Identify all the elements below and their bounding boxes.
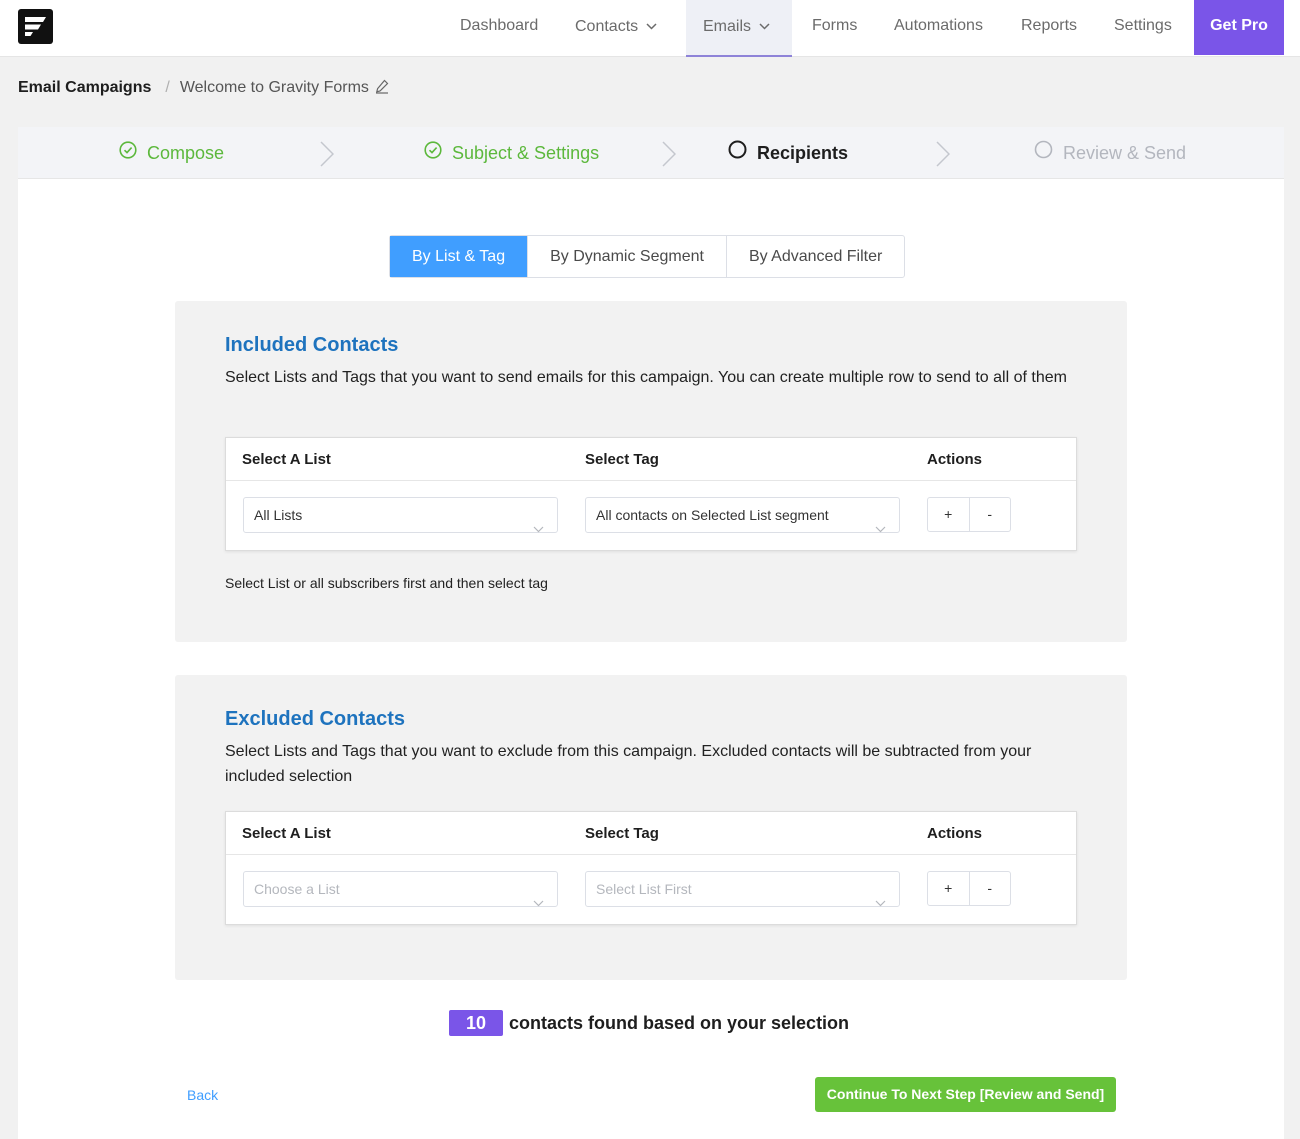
- contact-count-summary: 10 contacts found based on your selectio…: [449, 1010, 849, 1036]
- chevron-down-icon: [875, 885, 886, 919]
- circle-icon: [728, 127, 747, 179]
- chevron-down-icon: [646, 0, 657, 52]
- nav-dashboard[interactable]: Dashboard: [460, 0, 538, 57]
- nav-forms[interactable]: Forms: [812, 0, 857, 57]
- tab-by-advanced-filter[interactable]: By Advanced Filter: [727, 236, 904, 277]
- contact-count-badge: 10: [449, 1010, 503, 1036]
- chevron-down-icon: [875, 511, 886, 545]
- campaign-title: Welcome to Gravity Forms: [179, 79, 369, 96]
- chevron-down-icon: [533, 511, 544, 545]
- step-review-send-label: Review & Send: [1063, 143, 1187, 163]
- nav-automations-label: Automations: [894, 17, 983, 34]
- excluded-contacts-title: Excluded Contacts: [225, 708, 406, 730]
- included-row-actions: + -: [927, 497, 1011, 532]
- campaign-stepper: Compose Subject & Settings Recipients Re…: [18, 127, 1284, 179]
- tab-by-list-tag[interactable]: By List & Tag: [390, 236, 529, 277]
- remove-row-button[interactable]: -: [970, 498, 1011, 531]
- nav-automations[interactable]: Automations: [894, 0, 983, 57]
- chevron-down-icon: [759, 0, 770, 52]
- excluded-selection-box: Select A List Select Tag Actions Choose …: [225, 811, 1077, 925]
- tab-by-dynamic-segment[interactable]: By Dynamic Segment: [528, 236, 727, 277]
- select-tag-header: Select Tag: [585, 451, 659, 468]
- breadcrumb: Email Campaigns / Welcome to Gravity Forms: [18, 78, 389, 100]
- top-navigation: Dashboard Contacts Emails Forms Automati…: [0, 0, 1300, 57]
- included-tag-value: All contacts on Selected List segment: [596, 507, 829, 523]
- nav-emails[interactable]: Emails: [686, 0, 792, 57]
- excluded-contacts-section: Excluded Contacts Select Lists and Tags …: [175, 675, 1127, 980]
- step-compose-label: Compose: [147, 143, 225, 163]
- step-subject-settings[interactable]: Subject & Settings: [424, 127, 599, 179]
- nav-dashboard-label: Dashboard: [460, 17, 539, 34]
- included-list-value: All Lists: [254, 507, 303, 523]
- excluded-list-select[interactable]: Choose a List: [243, 871, 558, 907]
- nav-settings[interactable]: Settings: [1114, 0, 1172, 57]
- actions-header: Actions: [927, 451, 983, 468]
- step-chevron-icon: [662, 141, 676, 167]
- get-pro-button[interactable]: Get Pro: [1194, 0, 1284, 55]
- chevron-down-icon: [533, 885, 544, 919]
- excluded-contacts-description: Select Lists and Tags that you want to e…: [225, 743, 1032, 785]
- included-table-header: Select A List Select Tag Actions: [226, 438, 1076, 481]
- add-row-button[interactable]: +: [928, 498, 970, 531]
- back-button[interactable]: Back: [187, 1087, 218, 1103]
- included-contacts-description: Select Lists and Tags that you want to s…: [225, 369, 1067, 386]
- included-list-select[interactable]: All Lists: [243, 497, 558, 533]
- circle-icon: [1034, 127, 1053, 179]
- step-recipients[interactable]: Recipients: [728, 127, 848, 179]
- nav-settings-label: Settings: [1114, 17, 1172, 34]
- select-tag-header: Select Tag: [585, 825, 659, 842]
- check-circle-icon: [424, 127, 442, 179]
- nav-reports-label: Reports: [1021, 17, 1078, 34]
- actions-header: Actions: [927, 825, 983, 842]
- app-logo-icon[interactable]: [18, 9, 53, 44]
- nav-contacts[interactable]: Contacts: [575, 0, 657, 57]
- excluded-tag-select[interactable]: Select List First: [585, 871, 900, 907]
- excluded-table-header: Select A List Select Tag Actions: [226, 812, 1076, 855]
- breadcrumb-separator: /: [165, 79, 170, 96]
- included-contacts-section: Included Contacts Select Lists and Tags …: [175, 301, 1127, 642]
- included-contacts-title: Included Contacts: [225, 334, 399, 356]
- excluded-row-actions: + -: [927, 871, 1011, 906]
- excluded-list-placeholder: Choose a List: [254, 881, 340, 897]
- edit-pencil-icon[interactable]: [375, 79, 389, 100]
- recipient-mode-tabs: By List & Tag By Dynamic Segment By Adva…: [389, 235, 906, 278]
- step-chevron-icon: [936, 141, 950, 167]
- step-chevron-icon: [320, 141, 334, 167]
- nav-forms-label: Forms: [812, 17, 858, 34]
- table-row: All Lists All contacts on Selected List …: [226, 481, 1076, 549]
- included-selection-box: Select A List Select Tag Actions All Lis…: [225, 437, 1077, 551]
- step-compose[interactable]: Compose: [119, 127, 224, 179]
- nav-reports[interactable]: Reports: [1021, 0, 1077, 57]
- check-circle-icon: [119, 127, 137, 179]
- step-recipients-label: Recipients: [757, 143, 849, 163]
- continue-next-step-button[interactable]: Continue To Next Step [Review and Send]: [815, 1077, 1116, 1112]
- add-row-button[interactable]: +: [928, 872, 970, 905]
- nav-contacts-label: Contacts: [575, 18, 639, 35]
- select-list-header: Select A List: [242, 825, 331, 842]
- table-row: Choose a List Select List First + -: [226, 855, 1076, 923]
- step-review-send[interactable]: Review & Send: [1034, 127, 1186, 179]
- step-subject-settings-label: Subject & Settings: [452, 143, 600, 163]
- remove-row-button[interactable]: -: [970, 872, 1011, 905]
- included-hint-text: Select List or all subscribers first and…: [225, 575, 548, 591]
- nav-emails-label: Emails: [703, 18, 752, 35]
- breadcrumb-root[interactable]: Email Campaigns: [18, 79, 151, 96]
- included-tag-select[interactable]: All contacts on Selected List segment: [585, 497, 900, 533]
- excluded-tag-placeholder: Select List First: [596, 881, 692, 897]
- select-list-header: Select A List: [242, 451, 331, 468]
- contact-count-text: contacts found based on your selection: [509, 1012, 850, 1033]
